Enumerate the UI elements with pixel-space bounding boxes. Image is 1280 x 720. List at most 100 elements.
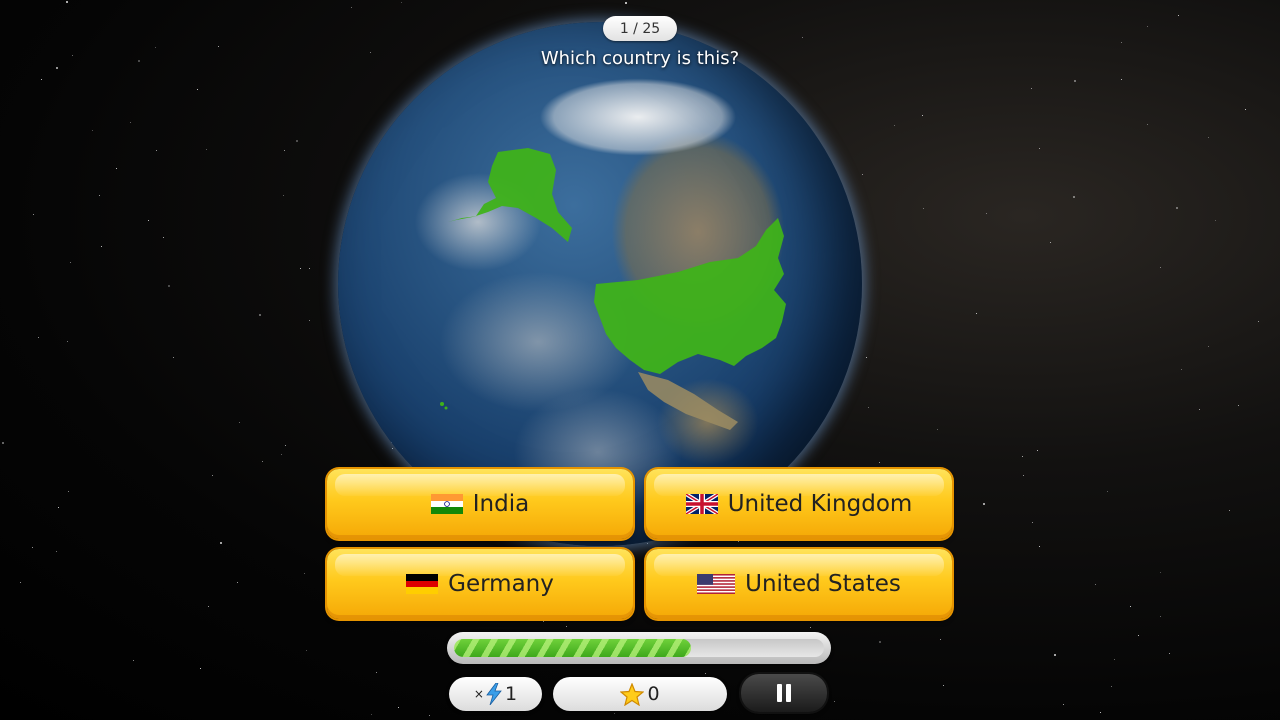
star-dot (38, 337, 39, 338)
star-dot (1100, 712, 1101, 713)
star-dot (1023, 475, 1024, 476)
multiplier-counter: × 1 (449, 677, 542, 711)
star-dot (429, 715, 430, 716)
star-dot (101, 246, 102, 247)
star-dot (33, 214, 34, 215)
star-dot (923, 208, 924, 209)
star-dot (351, 7, 352, 8)
star-dot (309, 320, 310, 321)
star-dot (1107, 491, 1108, 492)
star-dot (32, 547, 33, 548)
answer-label: India (472, 491, 530, 517)
score-value: 0 (647, 683, 660, 705)
star-dot (281, 454, 282, 455)
score-counter: 0 (553, 677, 727, 711)
star-dot (1073, 196, 1075, 198)
star-dot (879, 641, 881, 643)
pause-button[interactable] (741, 674, 827, 712)
star-dot (566, 626, 567, 627)
star-dot (543, 621, 544, 622)
highlighted-country-map (440, 148, 786, 430)
star-dot (1130, 606, 1131, 607)
star-dot (1121, 42, 1122, 43)
star-dot (220, 542, 222, 544)
star-dot (208, 606, 209, 607)
star-dot (218, 46, 219, 47)
star-dot (1229, 510, 1230, 511)
star-dot (306, 650, 307, 651)
star-dot (58, 507, 59, 508)
answer-button-united-states[interactable]: United States (646, 549, 952, 619)
lightning-icon (486, 683, 502, 705)
star-dot (1178, 15, 1179, 16)
star-dot (1039, 148, 1040, 149)
star-dot (1114, 659, 1115, 660)
question-counter: 1 / 25 (603, 16, 677, 41)
star-dot (398, 707, 399, 708)
star-dot (156, 150, 157, 151)
star-dot (614, 713, 615, 714)
star-dot (155, 47, 156, 48)
star-dot (937, 429, 938, 430)
star-dot (1169, 653, 1170, 654)
star-dot (296, 140, 298, 142)
answer-button-united-kingdom[interactable]: United Kingdom (646, 469, 952, 539)
star-dot (163, 237, 164, 238)
star-dot (1121, 79, 1122, 80)
star-dot (116, 168, 117, 169)
star-dot (1138, 635, 1139, 636)
star-dot (986, 213, 987, 214)
star-dot (72, 55, 73, 56)
star-dot (309, 268, 310, 269)
star-dot (1039, 546, 1040, 547)
answer-button-germany[interactable]: Germany (327, 549, 633, 619)
star-dot (66, 1, 68, 3)
star-dot (285, 445, 286, 446)
star-dot (130, 122, 131, 123)
star-dot (200, 668, 201, 669)
star-dot (56, 551, 57, 552)
star-dot (943, 685, 944, 686)
star-dot (1245, 109, 1246, 110)
star-dot (1147, 124, 1148, 125)
star-dot (983, 503, 985, 505)
star-dot (1160, 572, 1161, 573)
star-dot (940, 639, 941, 640)
star-dot (401, 2, 402, 3)
multiplier-value: 1 (504, 683, 518, 705)
star-dot (1022, 456, 1023, 457)
alaska-highlight (476, 148, 572, 242)
star-dot (1050, 242, 1051, 243)
star-dot (41, 79, 42, 80)
star-dot (2, 442, 4, 444)
star-dot (1111, 686, 1112, 687)
star-dot (1074, 80, 1076, 82)
germany-flag-icon (406, 574, 439, 594)
pause-icon (775, 684, 793, 702)
star-dot (705, 673, 706, 674)
star-dot (1208, 346, 1209, 347)
uk-flag-icon (685, 494, 718, 514)
star-dot (1063, 704, 1064, 705)
star-dot (625, 2, 627, 4)
star-dot (862, 174, 863, 175)
star-dot (376, 672, 377, 673)
star-dot (283, 195, 284, 196)
star-dot (585, 619, 586, 620)
answer-label: United Kingdom (727, 491, 913, 517)
star-dot (1215, 220, 1216, 221)
star-dot (237, 582, 238, 583)
progress-track (454, 639, 824, 657)
star-dot (1208, 137, 1209, 138)
star-dot (148, 220, 149, 221)
star-dot (99, 195, 100, 196)
progress-fill (454, 639, 691, 657)
answer-button-india[interactable]: India (327, 469, 633, 539)
star-dot (1176, 207, 1178, 209)
star-dot (284, 150, 285, 151)
star-dot (138, 60, 140, 62)
star-dot (1095, 584, 1096, 585)
star-dot (67, 341, 68, 342)
star-dot (259, 314, 261, 316)
star-dot (262, 461, 263, 462)
